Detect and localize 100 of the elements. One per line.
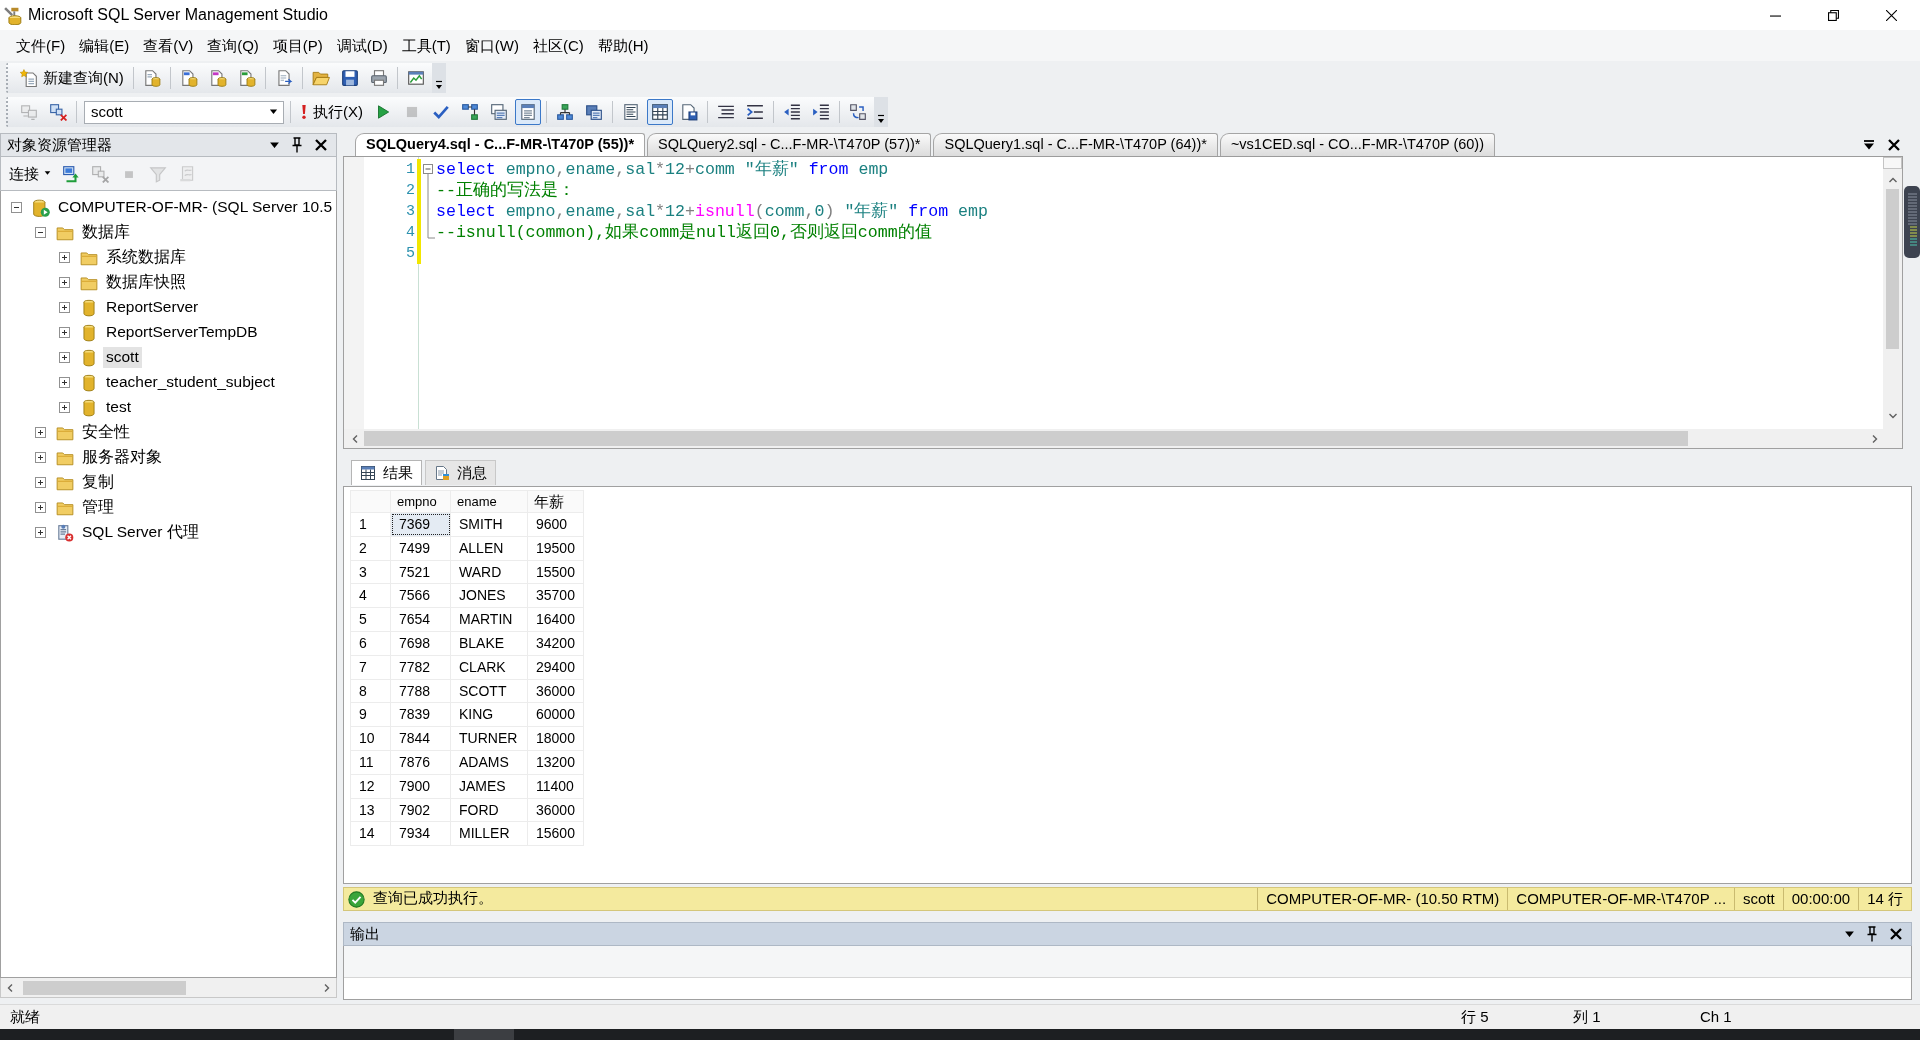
menu-item[interactable]: 编辑(E) [72, 34, 137, 57]
plus-box-icon[interactable] [59, 327, 70, 338]
overflow-icon[interactable] [434, 80, 443, 90]
plus-box-icon[interactable] [59, 302, 70, 313]
tree-item[interactable]: ReportServer [103, 297, 202, 318]
connect-button[interactable]: 连接 [5, 160, 55, 187]
document-save-icon[interactable] [680, 103, 698, 121]
tree-item[interactable]: 数据库 [79, 222, 133, 243]
chevron-down-icon[interactable] [1887, 411, 1898, 421]
tree-item[interactable]: 复制 [79, 472, 117, 493]
results-tab[interactable]: 消息 [425, 460, 496, 485]
column-header[interactable]: 年薪 [527, 490, 584, 513]
check-icon[interactable] [432, 103, 450, 121]
caret-down-icon[interactable] [269, 141, 280, 149]
indent-icon[interactable] [812, 103, 830, 121]
column-header[interactable]: ename [450, 490, 528, 513]
minus-box-icon[interactable] [35, 227, 46, 238]
flowchart-icon[interactable] [461, 103, 479, 121]
overflow-icon[interactable] [877, 114, 885, 124]
execute-button[interactable]: 执行(X) [296, 99, 367, 125]
computer-cross-icon[interactable] [49, 103, 67, 121]
text-lines-icon[interactable] [622, 103, 640, 121]
tree-item[interactable]: 管理 [79, 497, 117, 518]
status-field: scott [1734, 888, 1783, 910]
scroll-thumb[interactable] [1886, 189, 1899, 349]
close-icon[interactable] [1889, 927, 1903, 941]
editor-tab[interactable]: SQLQuery4.sql - C...F-MR-\T470P (55))* [355, 133, 646, 156]
document-database-icon[interactable] [237, 69, 256, 87]
menu-item[interactable]: 项目(P) [265, 34, 330, 57]
tree-item[interactable]: 服务器对象 [79, 447, 165, 468]
plus-box-icon[interactable] [35, 427, 46, 438]
document-icon [434, 465, 450, 481]
editor-tab[interactable]: SQLQuery1.sql - C...F-MR-\T470P (64))* [933, 133, 1218, 156]
side-handle-icon[interactable] [1904, 186, 1920, 258]
document-database-icon[interactable] [179, 69, 198, 87]
dropdown-icon[interactable] [1863, 138, 1875, 151]
chevron-right-icon[interactable] [322, 982, 332, 993]
menu-item[interactable]: 查询(Q) [200, 34, 266, 57]
plus-box-icon[interactable] [35, 502, 46, 513]
caret-down-icon[interactable] [1844, 930, 1855, 938]
indented-lines-icon[interactable] [717, 103, 735, 121]
editor-tab[interactable]: SQLQuery2.sql - C...F-MR-\T470P (57))* [647, 133, 932, 156]
editor-tab[interactable]: ~vs1CED.sql - CO...F-MR-\T470P (60)) [1219, 133, 1496, 156]
table-cell: 7788 [390, 679, 451, 703]
database-dropdown[interactable]: scott [84, 100, 284, 124]
tree-item[interactable]: 数据库快照 [103, 272, 189, 293]
plus-box-icon[interactable] [59, 252, 70, 263]
split-handle[interactable] [1883, 157, 1902, 169]
close-icon[interactable] [1885, 9, 1897, 21]
minus-box-icon[interactable] [11, 202, 22, 213]
swap-icon[interactable] [849, 103, 867, 121]
lines-arrow-icon[interactable] [746, 103, 764, 121]
row-number: 10 [350, 726, 391, 751]
chevron-left-icon[interactable] [5, 982, 15, 993]
status-field: COMPUTER-OF-MR- (10.50 RTM) [1257, 888, 1508, 910]
pin-icon[interactable] [292, 137, 302, 153]
plus-box-icon[interactable] [59, 352, 70, 363]
column-header[interactable]: empno [390, 490, 451, 513]
menu-item[interactable]: 帮助(H) [590, 34, 656, 57]
restore-icon[interactable] [1827, 9, 1839, 21]
tree-item[interactable]: scott [103, 347, 142, 368]
menu-item[interactable]: 调试(D) [329, 34, 395, 57]
tree-item[interactable]: ReportServerTempDB [103, 322, 261, 343]
chart-window-icon[interactable] [406, 69, 425, 87]
tree-nodes-icon[interactable] [556, 103, 574, 121]
windows-icon[interactable] [490, 103, 508, 121]
menu-item[interactable]: 社区(C) [525, 34, 591, 57]
plus-box-icon[interactable] [59, 402, 70, 413]
pin-icon[interactable] [1867, 926, 1877, 942]
plus-box-icon[interactable] [59, 377, 70, 388]
tree-item[interactable]: 系统数据库 [103, 247, 189, 268]
scroll-thumb[interactable] [23, 980, 186, 995]
tree-item[interactable]: 安全性 [79, 422, 133, 443]
plus-box-icon[interactable] [35, 527, 46, 538]
computer-arrow-icon[interactable] [62, 164, 80, 183]
stacked-windows-icon[interactable] [585, 103, 603, 121]
results-tab[interactable]: 结果 [351, 460, 422, 485]
document-database-icon[interactable] [208, 69, 227, 87]
folder-open-icon[interactable] [311, 69, 330, 87]
tree-item[interactable]: test [103, 397, 134, 418]
menu-item[interactable]: 工具(T) [394, 34, 458, 57]
plus-box-icon[interactable] [35, 477, 46, 488]
document-database-icon[interactable] [142, 69, 161, 87]
scroll-thumb[interactable] [364, 431, 1688, 446]
menu-item[interactable]: 文件(F) [9, 34, 73, 57]
close-icon[interactable] [314, 138, 328, 152]
tree-item[interactable]: SQL Server 代理 [79, 522, 202, 543]
close-icon[interactable] [1887, 137, 1901, 152]
chevron-right-icon[interactable] [1870, 433, 1880, 444]
outdent-icon[interactable] [783, 103, 801, 121]
save-icon[interactable] [340, 69, 359, 87]
plus-box-icon[interactable] [35, 452, 46, 463]
chevron-up-icon[interactable] [1887, 175, 1898, 185]
printer-icon[interactable] [369, 69, 388, 87]
plus-box-icon[interactable] [59, 277, 70, 288]
chevron-left-icon[interactable] [350, 433, 360, 444]
menu-item[interactable]: 窗口(W) [457, 34, 526, 57]
tree-item[interactable]: teacher_student_subject [103, 372, 278, 393]
menu-item[interactable]: 查看(V) [136, 34, 201, 57]
tree-item[interactable]: COMPUTER-OF-MR- (SQL Server 10.5 [55, 197, 336, 218]
